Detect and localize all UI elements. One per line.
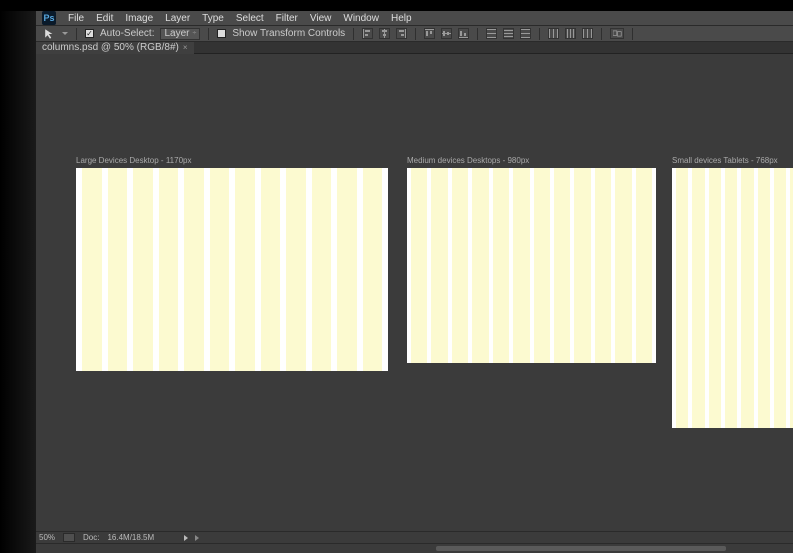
- grid-column: [363, 168, 383, 371]
- align-horizontal-centers-icon[interactable]: [379, 28, 390, 39]
- grid-column: [337, 168, 357, 371]
- grid-column: [472, 168, 488, 363]
- grid-column: [108, 168, 128, 371]
- status-play-icon[interactable]: [184, 535, 188, 541]
- app-window: Ps File Edit Image Layer Type Select Fil…: [36, 11, 793, 553]
- status-menu-icon[interactable]: [195, 535, 199, 541]
- distribute-left-icon[interactable]: [548, 28, 559, 39]
- scrollbar-thumb[interactable]: [436, 546, 726, 551]
- grid-column: [235, 168, 255, 371]
- show-transform-checkbox[interactable]: [217, 29, 226, 38]
- menu-window[interactable]: Window: [343, 13, 379, 24]
- distribute-right-icon[interactable]: [582, 28, 593, 39]
- auto-select-checkbox[interactable]: ✓: [85, 29, 94, 38]
- artboard-surface[interactable]: [76, 168, 388, 371]
- grid-column: [534, 168, 550, 363]
- artboard-surface[interactable]: [672, 168, 793, 428]
- column-gutter: [382, 168, 388, 371]
- grid-column: [692, 168, 704, 428]
- artboard[interactable]: Medium devices Desktops - 980px: [407, 156, 656, 363]
- artboard[interactable]: Small devices Tablets - 768px: [672, 156, 793, 428]
- artboard-surface[interactable]: [407, 168, 656, 363]
- grid-column: [774, 168, 786, 428]
- menu-bar: Ps File Edit Image Layer Type Select Fil…: [36, 11, 793, 26]
- auto-align-icon[interactable]: [610, 28, 624, 39]
- horizontal-scrollbar[interactable]: [36, 543, 793, 553]
- artboard[interactable]: Large Devices Desktop - 1170px: [76, 156, 388, 371]
- grid-column: [210, 168, 230, 371]
- options-bar: ✓ Auto-Select: Layer ÷ Show Transform Co…: [36, 26, 793, 42]
- artboard-label[interactable]: Small devices Tablets - 768px: [672, 156, 793, 165]
- canvas-area[interactable]: Large Devices Desktop - 1170px Medium dev…: [36, 54, 793, 531]
- menu-file[interactable]: File: [68, 13, 84, 24]
- artboard-label[interactable]: Large Devices Desktop - 1170px: [76, 156, 388, 165]
- menu-type[interactable]: Type: [202, 13, 224, 24]
- grid-column: [676, 168, 688, 428]
- tab-close-icon[interactable]: ×: [183, 43, 188, 52]
- distribute-bottom-icon[interactable]: [520, 28, 531, 39]
- menu-filter[interactable]: Filter: [276, 13, 298, 24]
- grid-column: [184, 168, 204, 371]
- menu-help[interactable]: Help: [391, 13, 412, 24]
- document-tab-bar: columns.psd @ 50% (RGB/8#) ×: [36, 42, 793, 54]
- align-left-edges-icon[interactable]: [362, 28, 373, 39]
- align-top-edges-icon[interactable]: [424, 28, 435, 39]
- status-preview-icon[interactable]: [63, 533, 75, 542]
- align-right-edges-icon[interactable]: [396, 28, 407, 39]
- menu-view[interactable]: View: [310, 13, 332, 24]
- grid-column: [159, 168, 179, 371]
- status-bar: 50% Doc: 16.4M/18.5M: [36, 531, 793, 543]
- menu-layer[interactable]: Layer: [165, 13, 190, 24]
- grid-column: [513, 168, 529, 363]
- grid-column: [725, 168, 737, 428]
- grid-column: [574, 168, 590, 363]
- doc-info-value: 16.4M/18.5M: [107, 533, 154, 542]
- grid-column: [741, 168, 753, 428]
- auto-select-label: Auto-Select:: [100, 28, 154, 39]
- document-tab-label: columns.psd @ 50% (RGB/8#): [42, 42, 179, 53]
- document-tab[interactable]: columns.psd @ 50% (RGB/8#) ×: [36, 42, 194, 54]
- grid-column: [615, 168, 631, 363]
- grid-column: [595, 168, 611, 363]
- app-logo-icon: Ps: [42, 11, 56, 25]
- doc-info-label: Doc:: [83, 533, 99, 542]
- grid-column: [636, 168, 652, 363]
- grid-column: [431, 168, 447, 363]
- grid-column: [411, 168, 427, 363]
- grid-column: [452, 168, 468, 363]
- grid-column: [493, 168, 509, 363]
- show-transform-label: Show Transform Controls: [232, 28, 345, 39]
- distribute-vertical-icon[interactable]: [503, 28, 514, 39]
- distribute-horizontal-icon[interactable]: [565, 28, 576, 39]
- move-tool-icon[interactable]: [44, 29, 56, 39]
- tool-preset-dropdown-icon[interactable]: [62, 32, 68, 35]
- grid-column: [554, 168, 570, 363]
- dropdown-value: Layer: [164, 28, 189, 39]
- artboard-label[interactable]: Medium devices Desktops - 980px: [407, 156, 656, 165]
- menu-select[interactable]: Select: [236, 13, 264, 24]
- dropdown-chevron-icon: ÷: [193, 30, 197, 37]
- distribute-top-icon[interactable]: [486, 28, 497, 39]
- auto-select-target-dropdown[interactable]: Layer ÷: [160, 28, 200, 40]
- column-gutter: [652, 168, 656, 363]
- grid-column: [82, 168, 102, 371]
- menu-edit[interactable]: Edit: [96, 13, 113, 24]
- zoom-level[interactable]: 50%: [39, 533, 55, 542]
- align-bottom-edges-icon[interactable]: [458, 28, 469, 39]
- align-vertical-centers-icon[interactable]: [441, 28, 452, 39]
- menu-image[interactable]: Image: [125, 13, 153, 24]
- grid-column: [261, 168, 281, 371]
- grid-column: [286, 168, 306, 371]
- grid-column: [312, 168, 332, 371]
- grid-column: [709, 168, 721, 428]
- grid-column: [133, 168, 153, 371]
- grid-column: [758, 168, 770, 428]
